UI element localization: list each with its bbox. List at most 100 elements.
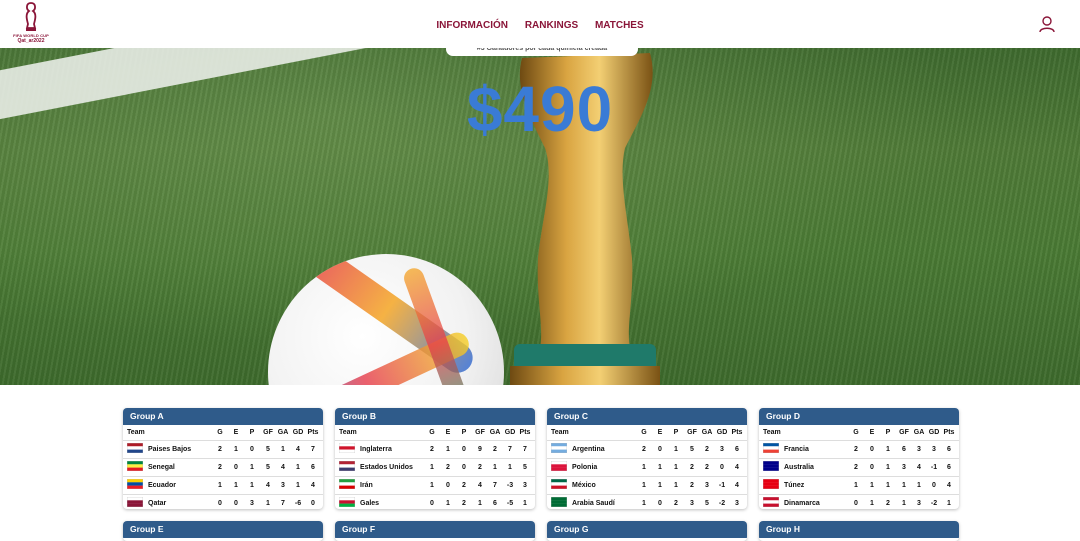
table-row[interactable]: Inglaterra 2 1 0 9 2 7 7 xyxy=(335,440,535,458)
stat-cell: 2 xyxy=(462,500,466,507)
table-row[interactable]: Australia 2 0 1 3 4 -1 6 xyxy=(759,458,959,476)
stat-cell: 2 xyxy=(690,482,694,489)
stat-cell: 1 xyxy=(478,500,482,507)
column-header: Team xyxy=(339,429,357,436)
stat-cell: 7 xyxy=(508,446,512,453)
column-header: P xyxy=(885,429,891,436)
nav-rankings[interactable]: RANKINGS xyxy=(525,20,578,31)
table-row[interactable]: Gales 0 1 2 1 6 -5 1 xyxy=(335,494,535,509)
stat-cell: 0 xyxy=(870,464,874,471)
table-row[interactable]: Paises Bajos 2 1 0 5 1 4 7 xyxy=(123,440,323,458)
table-row[interactable]: Estados Unidos 1 2 0 2 1 1 5 xyxy=(335,458,535,476)
stat-cell: 0 xyxy=(446,482,450,489)
stat-cell: 3 xyxy=(917,446,921,453)
column-header: GD xyxy=(292,429,304,436)
column-header: G xyxy=(217,429,223,436)
table-row[interactable]: Irán 1 0 2 4 7 -3 3 xyxy=(335,476,535,494)
stat-cell: 1 xyxy=(296,464,300,471)
stat-cell: 1 xyxy=(281,446,285,453)
table-row[interactable]: Francia 2 0 1 6 3 3 6 xyxy=(759,440,959,458)
group-title: Group C xyxy=(547,408,747,425)
stat-cell: 7 xyxy=(493,482,497,489)
column-header: GA xyxy=(913,429,925,436)
team-name: Argentina xyxy=(572,446,605,453)
stat-cell: -2 xyxy=(718,500,726,507)
table-row[interactable]: México 1 1 1 2 3 -1 4 xyxy=(547,476,747,494)
group-title: Group B xyxy=(335,408,535,425)
team-name: Qatar xyxy=(148,500,167,507)
stat-cell: 2 xyxy=(446,464,450,471)
nav-matches[interactable]: MATCHES xyxy=(595,20,644,31)
country-flag-icon xyxy=(551,461,567,472)
stat-cell: 7 xyxy=(281,500,285,507)
stat-cell: 1 xyxy=(234,446,238,453)
country-flag-icon xyxy=(763,461,779,472)
table-row[interactable]: Qatar 0 0 3 1 7 -6 0 xyxy=(123,494,323,509)
stat-cell: 1 xyxy=(917,482,921,489)
stat-cell: 3 xyxy=(932,446,936,453)
team-cell: Arabia Saudí xyxy=(551,495,615,509)
country-flag-icon xyxy=(127,443,143,454)
stat-cell: 2 xyxy=(854,446,858,453)
country-flag-icon xyxy=(763,497,779,508)
stat-cell: 1 xyxy=(250,482,254,489)
table-row[interactable]: Túnez 1 1 1 1 1 0 4 xyxy=(759,476,959,494)
table-row[interactable]: Polonia 1 1 1 2 2 0 4 xyxy=(547,458,747,476)
stat-cell: 1 xyxy=(902,500,906,507)
stat-cell: 1 xyxy=(493,464,497,471)
team-cell: Qatar xyxy=(127,495,166,509)
user-profile-icon[interactable] xyxy=(1038,15,1056,33)
stat-cell: 7 xyxy=(311,446,315,453)
stat-cell: 6 xyxy=(311,464,315,471)
stat-cell: 2 xyxy=(218,464,222,471)
table-row[interactable]: Arabia Saudí 1 0 2 3 5 -2 3 xyxy=(547,494,747,509)
group-card: Group G xyxy=(547,521,747,541)
stat-cell: 3 xyxy=(705,482,709,489)
stat-cell: 0 xyxy=(250,446,254,453)
stat-cell: 1 xyxy=(902,482,906,489)
country-flag-icon xyxy=(339,461,355,472)
team-name: Dinamarca xyxy=(784,500,820,507)
stat-cell: 2 xyxy=(218,446,222,453)
group-card: Group H xyxy=(759,521,959,541)
country-flag-icon xyxy=(339,443,355,454)
team-name: Senegal xyxy=(148,464,175,471)
team-cell: Francia xyxy=(763,441,809,458)
team-cell: Túnez xyxy=(763,477,804,494)
stat-cell: 1 xyxy=(658,482,662,489)
stat-cell: -5 xyxy=(506,500,514,507)
column-header: GD xyxy=(504,429,516,436)
group-card: Group C Team G E P GF GA GD Pts Argentina 2 0 1 5 2 3 6… xyxy=(547,408,747,509)
stat-cell: 6 xyxy=(902,446,906,453)
stat-cell: 1 xyxy=(658,464,662,471)
stat-cell: -1 xyxy=(718,482,726,489)
stat-cell: 1 xyxy=(250,464,254,471)
stat-cell: 0 xyxy=(870,446,874,453)
table-header-row: Team G E P GF GA GD Pts xyxy=(335,425,535,440)
group-title: Group H xyxy=(759,521,959,538)
column-header: Team xyxy=(551,429,569,436)
team-name: Arabia Saudí xyxy=(572,500,615,507)
column-header: Team xyxy=(763,429,781,436)
column-header: GF xyxy=(263,429,273,436)
nav-informacion[interactable]: INFORMACIÓN xyxy=(436,20,508,31)
stat-cell: 1 xyxy=(642,482,646,489)
column-header: E xyxy=(445,429,451,436)
country-flag-icon xyxy=(339,479,355,490)
stat-cell: 0 xyxy=(854,500,858,507)
stat-cell: 6 xyxy=(947,464,951,471)
country-flag-icon xyxy=(339,497,355,508)
group-card: Group A Team G E P GF GA GD Pts Paises Bajos 2 1 0 5… xyxy=(123,408,323,509)
column-header: G xyxy=(641,429,647,436)
table-row[interactable]: Argentina 2 0 1 5 2 3 6 xyxy=(547,440,747,458)
column-header: P xyxy=(249,429,255,436)
table-row[interactable]: Ecuador 1 1 1 4 3 1 4 xyxy=(123,476,323,494)
stat-cell: 1 xyxy=(854,482,858,489)
table-row[interactable]: Dinamarca 0 1 2 1 3 -2 1 xyxy=(759,494,959,509)
team-name: México xyxy=(572,482,596,489)
country-flag-icon xyxy=(763,479,779,490)
stat-cell: 7 xyxy=(523,446,527,453)
team-name: Australia xyxy=(784,464,814,471)
table-row[interactable]: Senegal 2 0 1 5 4 1 6 xyxy=(123,458,323,476)
stat-cell: -6 xyxy=(294,500,302,507)
